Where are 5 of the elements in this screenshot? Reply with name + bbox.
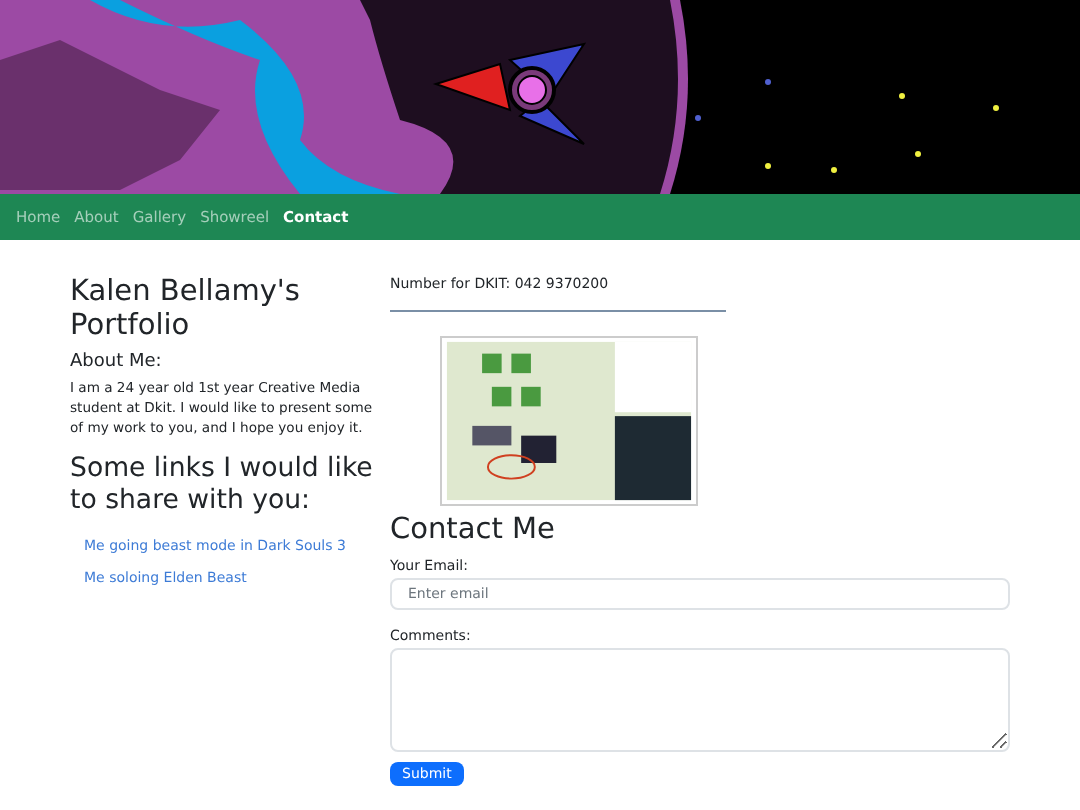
comments-input[interactable] — [390, 648, 1010, 753]
about-heading: About Me: — [70, 351, 164, 372]
contact-heading: Contact Me — [390, 514, 557, 549]
portfolio-title: Kalen Bellamy's Portfolio — [70, 276, 302, 346]
links-heading: Some links I would like to share with you: — [70, 454, 375, 519]
